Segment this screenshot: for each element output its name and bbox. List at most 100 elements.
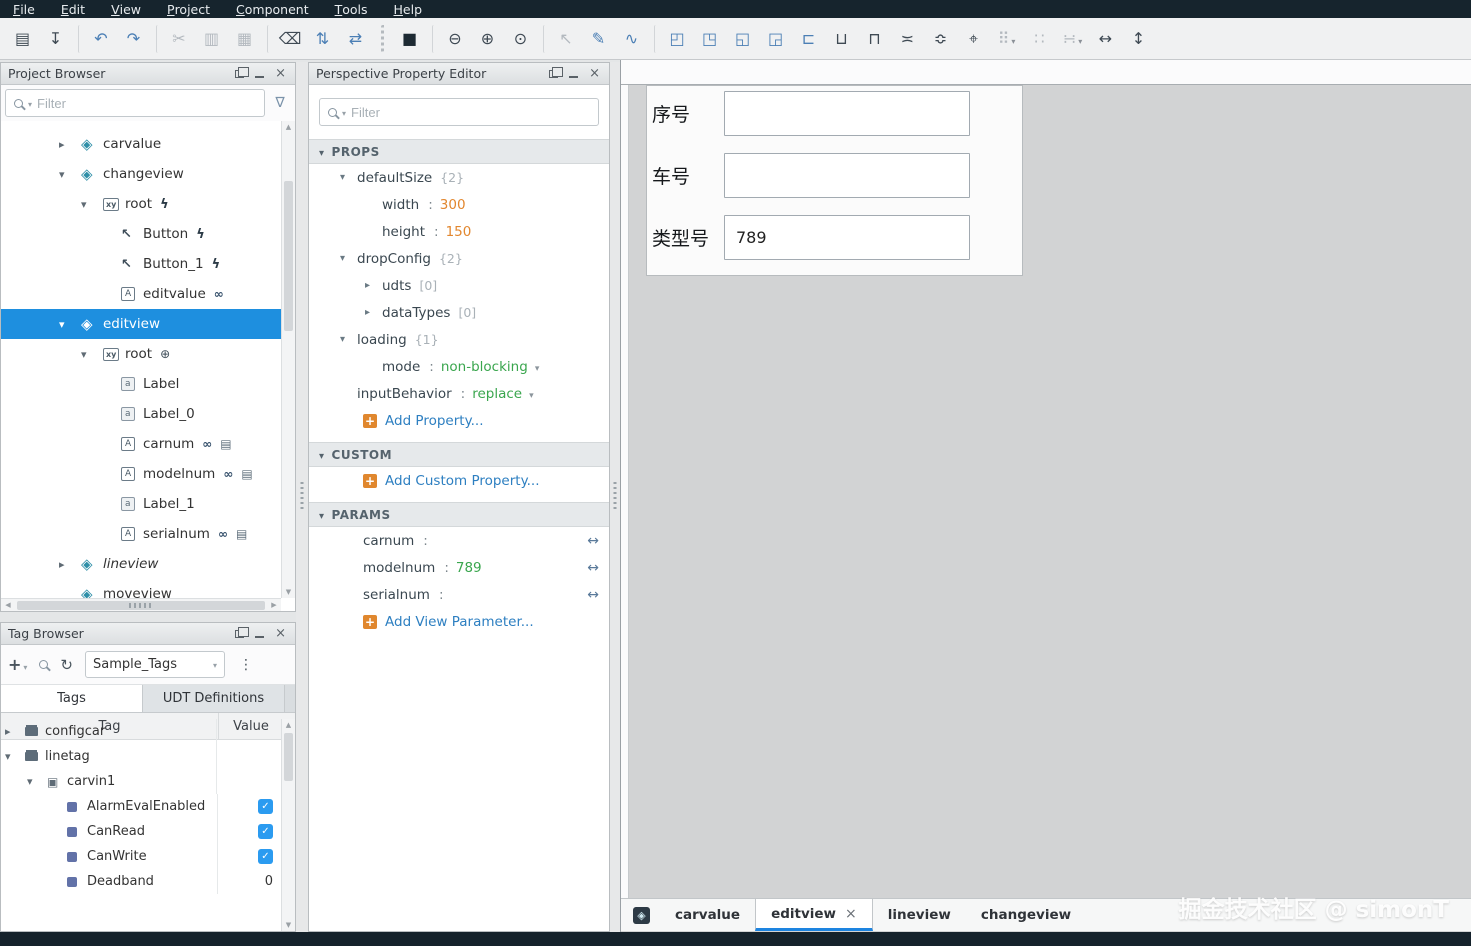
- tree-item[interactable]: root: [1, 189, 281, 219]
- bring-forward-icon[interactable]: ◳: [693, 25, 726, 53]
- expand-arrow-icon[interactable]: [27, 775, 47, 788]
- bidirectional-icon[interactable]: [587, 560, 599, 576]
- property-row[interactable]: loading {1}: [309, 326, 609, 353]
- expand-arrow-icon[interactable]: [340, 334, 357, 345]
- design-canvas[interactable]: 序号 车号 类型号 carvalue editview: [620, 60, 1471, 932]
- menu-item[interactable]: Component: [223, 0, 322, 18]
- tree-item[interactable]: Button_1: [1, 249, 281, 279]
- tag-row[interactable]: CanWrite: [1, 844, 281, 869]
- tree-item[interactable]: modelnum: [1, 459, 281, 489]
- undo-icon[interactable]: ↶: [78, 24, 117, 53]
- property-value[interactable]: 300: [440, 197, 466, 213]
- layout-options-icon[interactable]: ⠿: [990, 25, 1023, 53]
- minimize-icon[interactable]: [255, 76, 265, 78]
- view-parameter-row[interactable]: carnum :: [309, 527, 609, 554]
- add-custom-property-button[interactable]: Add Custom Property...: [309, 467, 609, 494]
- delete-icon[interactable]: ⌫: [267, 24, 306, 53]
- close-icon[interactable]: ×: [589, 67, 600, 80]
- more-options-icon[interactable]: ⋮: [239, 657, 253, 673]
- project-browser-hscrollbar[interactable]: ◀ ▶: [1, 598, 281, 611]
- tree-item[interactable]: Label_0: [1, 399, 281, 429]
- scroll-up-icon[interactable]: ▲: [282, 121, 295, 133]
- scroll-up-icon[interactable]: ▲: [282, 719, 295, 731]
- form-text-input[interactable]: [724, 153, 970, 198]
- redo-icon[interactable]: ↷: [117, 25, 150, 53]
- align-top-icon[interactable]: ⊓: [858, 25, 891, 53]
- checkbox[interactable]: [258, 849, 273, 864]
- tag-row[interactable]: AlarmEvalEnabled: [1, 794, 281, 819]
- dropdown-caret-icon[interactable]: [535, 359, 540, 375]
- checkbox[interactable]: [258, 799, 273, 814]
- tree-item[interactable]: root: [1, 339, 281, 369]
- spacing-icon[interactable]: ∷: [1023, 25, 1056, 53]
- property-row[interactable]: width : 300: [309, 191, 609, 218]
- form-label[interactable]: 车号: [652, 162, 724, 189]
- tag-browser-tab[interactable]: UDT Definitions: [143, 685, 285, 712]
- scroll-down-icon[interactable]: ▼: [282, 586, 295, 598]
- form-text-input[interactable]: [724, 215, 970, 260]
- zoom-in-icon[interactable]: ⊕: [471, 25, 504, 53]
- stop-icon[interactable]: ■: [381, 24, 426, 53]
- menu-item[interactable]: Edit: [48, 0, 98, 18]
- tree-item[interactable]: Label_1: [1, 489, 281, 519]
- project-filter-input[interactable]: [37, 95, 256, 111]
- view-tab[interactable]: changeview: [966, 899, 1086, 931]
- property-row[interactable]: defaultSize {2}: [309, 164, 609, 191]
- add-view-parameter-button[interactable]: Add View Parameter...: [309, 608, 609, 635]
- tag-row[interactable]: Deadband 0: [1, 869, 281, 894]
- project-browser-vscrollbar[interactable]: ▲ ▼: [281, 121, 295, 598]
- form-label[interactable]: 序号: [652, 100, 724, 127]
- minimize-icon[interactable]: [569, 76, 579, 78]
- tag-row[interactable]: configcar: [1, 719, 281, 744]
- add-tag-icon[interactable]: +: [8, 655, 27, 674]
- scrollbar-thumb[interactable]: [284, 181, 293, 331]
- save-icon[interactable]: ▤: [6, 25, 39, 53]
- expand-arrow-icon[interactable]: [59, 138, 81, 151]
- align-left-icon[interactable]: ⊏: [792, 25, 825, 53]
- scroll-down-icon[interactable]: ▼: [282, 919, 295, 931]
- checkbox[interactable]: [258, 824, 273, 839]
- property-row[interactable]: height : 150: [309, 218, 609, 245]
- scroll-right-icon[interactable]: ▶: [267, 601, 281, 609]
- bidirectional-icon[interactable]: [587, 587, 599, 603]
- bidirectional-icon[interactable]: [587, 533, 599, 549]
- search-icon[interactable]: [39, 660, 49, 669]
- size-options-icon[interactable]: ∺: [1056, 25, 1089, 53]
- node-tool-icon[interactable]: ∿: [615, 25, 648, 53]
- section-header-params[interactable]: PARAMS: [309, 502, 609, 527]
- splitter[interactable]: [610, 62, 620, 932]
- bring-to-front-icon[interactable]: ◰: [654, 24, 693, 53]
- distribute-horizontal-icon[interactable]: ≍: [891, 25, 924, 53]
- property-filter-input[interactable]: [351, 104, 590, 120]
- splitter[interactable]: [296, 62, 308, 932]
- pen-tool-icon[interactable]: ✎: [582, 25, 615, 53]
- search-options-caret-icon[interactable]: [28, 96, 32, 111]
- add-property-button[interactable]: Add Property...: [309, 407, 609, 434]
- match-width-icon[interactable]: ↔: [1089, 25, 1122, 53]
- property-row[interactable]: mode : non-blocking: [309, 353, 609, 380]
- view-parameter-row[interactable]: serialnum :: [309, 581, 609, 608]
- expand-arrow-icon[interactable]: [81, 198, 103, 211]
- property-row[interactable]: dataTypes [0]: [309, 299, 609, 326]
- menu-item[interactable]: File: [0, 0, 48, 18]
- menu-item[interactable]: Project: [154, 0, 223, 18]
- tree-item[interactable]: Label: [1, 369, 281, 399]
- zoom-reset-icon[interactable]: ⊙: [504, 25, 537, 53]
- tree-item[interactable]: editview: [1, 309, 281, 339]
- expand-arrow-icon[interactable]: [365, 280, 382, 291]
- parameter-value[interactable]: 789: [456, 560, 482, 576]
- expand-arrow-icon[interactable]: [340, 172, 357, 183]
- filter-options-icon[interactable]: ∇: [269, 92, 291, 114]
- copy-icon[interactable]: ▥: [195, 25, 228, 53]
- editview-form[interactable]: 序号 车号 类型号: [646, 85, 1023, 276]
- float-icon[interactable]: [235, 626, 250, 638]
- position-icon[interactable]: ⌖: [957, 25, 990, 53]
- property-row[interactable]: inputBehavior : replace: [309, 380, 609, 407]
- cut-icon[interactable]: ✂: [156, 24, 195, 53]
- compare-icon[interactable]: ⇄: [339, 25, 372, 53]
- tree-item[interactable]: moveview: [1, 579, 281, 598]
- menu-item[interactable]: View: [98, 0, 154, 18]
- close-icon[interactable]: ×: [275, 67, 286, 80]
- tree-item[interactable]: carvalue: [1, 129, 281, 159]
- tag-row[interactable]: CanRead: [1, 819, 281, 844]
